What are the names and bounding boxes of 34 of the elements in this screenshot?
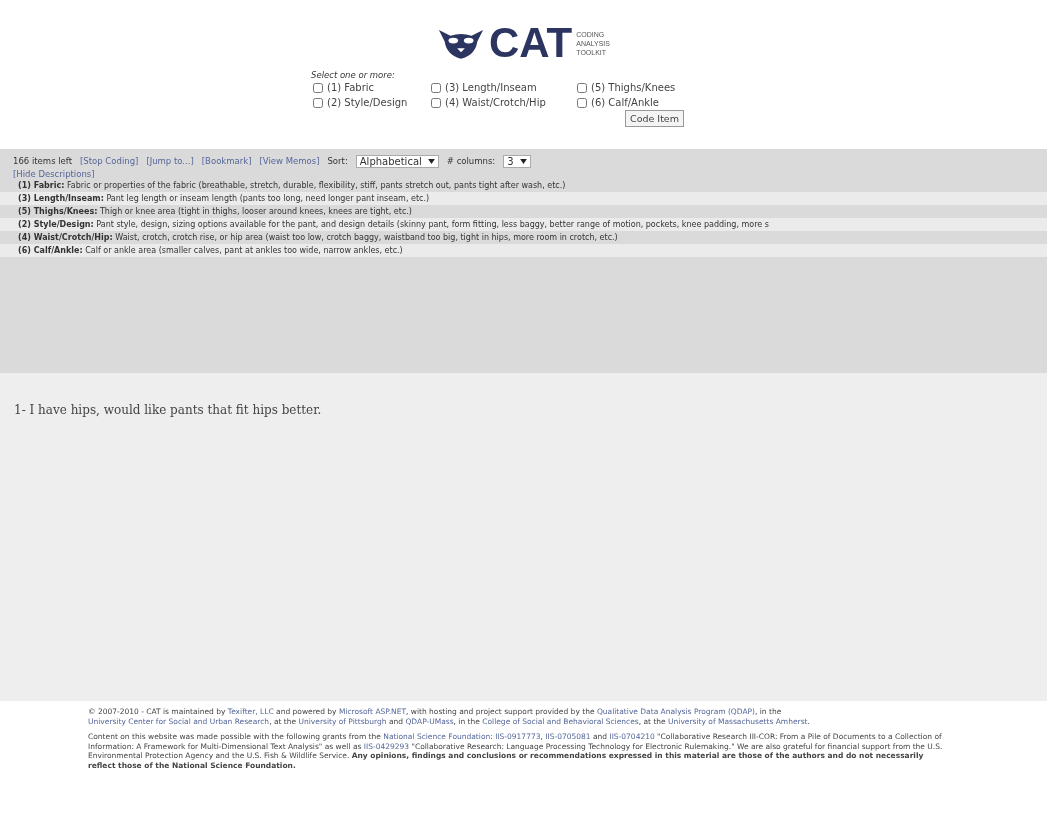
sort-label: Sort: (327, 156, 348, 166)
items-left-text: 166 items left (13, 156, 73, 166)
checkbox-label: (5) Thighs/Knees (591, 82, 676, 93)
item-text: 1- I have hips, would like pants that fit hips better. (14, 403, 323, 417)
code-description: (2) Style/Design: Pant style, design, sizing options available for the pant, and design details (skinny pant, form fitting, less baggy, better range of motion, pockets, knee padding, more s (0, 218, 1047, 231)
columns-label: # columns: (446, 156, 496, 166)
code-description: (4) Waist/Crotch/Hip: Waist, crotch, crotch rise, or hip area (waist too low, crotch baggy, waistband too big, tight in hips, more room in crotch, etc.) (17, 232, 619, 244)
toolbar-link[interactable]: [Bookmark] (201, 156, 252, 166)
toolbar-link[interactable]: [View Memos] (259, 156, 320, 166)
checkbox-label: (4) Waist/Crotch/Hip (445, 97, 546, 108)
code-checkbox[interactable] (431, 82, 441, 93)
sort-dropdown[interactable]: Alphabetical (355, 154, 439, 168)
code-checkbox[interactable] (577, 97, 587, 108)
logo-wordmark: CAT (489, 22, 573, 64)
toolbar-link[interactable]: [Stop Coding] (80, 156, 139, 166)
code-description: (5) Thighs/Knees: Thigh or knee area (tight in thighs, looser around knees, knees are tight, etc.) (17, 206, 413, 218)
caret-icon (427, 158, 435, 164)
caret-icon (519, 158, 527, 164)
hide-descriptions-link[interactable]: [Hide Descriptions] (13, 169, 95, 179)
code-description: (3) Length/Inseam: Pant leg length or inseam length (pants too long, need longer pant inseam, etc.) (0, 192, 1047, 205)
code-checkbox[interactable] (431, 97, 441, 108)
code-checkbox[interactable] (577, 82, 587, 93)
code-description: (6) Calf/Ankle: Calf or ankle area (smaller calves, pant at ankles too wide, narrow ankles, etc.) (0, 244, 1047, 257)
checkbox-label: (6) Calf/Ankle (591, 97, 660, 108)
checkbox-label: (2) Style/Design (327, 97, 408, 108)
prompt-text: Select one or more: (311, 70, 396, 80)
code-checkbox[interactable] (313, 97, 323, 108)
code-description: (1) Fabric: Fabric or properties of the fabric (breathable, stretch, durable, flexibility, stiff, pants stretch out, pants tight after wash, etc.) (17, 180, 567, 192)
columns-dropdown[interactable]: 3 (503, 154, 531, 168)
code-item-button[interactable]: Code Item (625, 110, 684, 127)
code-checkbox[interactable] (313, 82, 323, 93)
checkbox-label: (1) Fabric (327, 82, 375, 93)
checkbox-label: (3) Length/Inseam (445, 82, 537, 93)
toolbar-link[interactable]: [Jump to...] (146, 156, 194, 166)
